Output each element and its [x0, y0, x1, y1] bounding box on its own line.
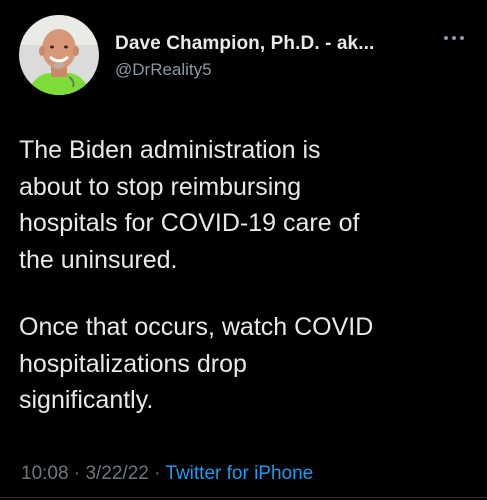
- profile-avatar-icon[interactable]: [19, 15, 99, 95]
- user-handle[interactable]: @DrReality5: [115, 60, 212, 80]
- meta-separator: ·: [68, 463, 86, 484]
- more-options-icon[interactable]: [441, 30, 467, 46]
- tweet-card: Dave Champion, Ph.D. - ak... @DrReality5…: [0, 0, 487, 500]
- tweet-paragraph-1: The Biden administration is about to sto…: [19, 136, 360, 274]
- tweet-source-link[interactable]: Twitter for iPhone: [165, 463, 313, 484]
- meta-separator: ·: [148, 463, 166, 484]
- divider: [0, 497, 487, 498]
- tweet-date[interactable]: 3/22/22: [85, 463, 148, 484]
- tweet-meta: 10:08 · 3/22/22 · Twitter for iPhone: [21, 463, 313, 485]
- display-name[interactable]: Dave Champion, Ph.D. - ak...: [115, 33, 374, 55]
- tweet-paragraph-2: Once that occurs, watch COVID hospitaliz…: [19, 313, 374, 414]
- tweet-time[interactable]: 10:08: [21, 463, 69, 484]
